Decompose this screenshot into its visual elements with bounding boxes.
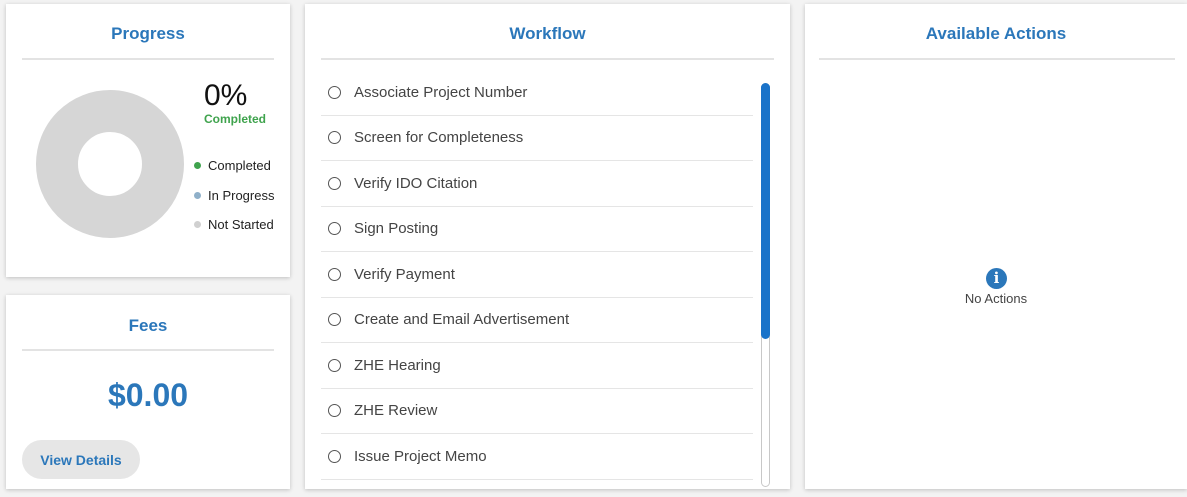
- workflow-item-issue-project-memo[interactable]: Issue Project Memo: [321, 434, 753, 480]
- workflow-item-screen-for-completeness[interactable]: Screen for Completeness: [321, 116, 753, 161]
- workflow-item-label: Create and Email Advertisement: [354, 311, 570, 329]
- radio-icon[interactable]: [328, 85, 341, 99]
- workflow-item-label: ZHE Hearing: [354, 356, 441, 374]
- workflow-item-label: Verify Payment: [354, 265, 455, 283]
- radio-icon[interactable]: [328, 267, 341, 281]
- available-actions-card: Available Actions i No Actions: [805, 4, 1187, 489]
- workflow-item-label: Verify IDO Citation: [354, 174, 478, 192]
- workflow-scrollbar-thumb[interactable]: [761, 83, 770, 339]
- progress-legend: Completed In Progress Not Started: [194, 151, 274, 240]
- legend-item-completed: Completed: [194, 151, 274, 181]
- not-started-slice: [36, 90, 184, 238]
- workflow-item-verify-payment[interactable]: Verify Payment: [321, 252, 753, 298]
- legend-item-in-progress: In Progress: [194, 181, 274, 211]
- radio-icon[interactable]: [328, 176, 341, 190]
- radio-icon[interactable]: [328, 404, 341, 418]
- workflow-item-sign-posting[interactable]: Sign Posting: [321, 207, 753, 252]
- workflow-item-label: Issue Project Memo: [354, 447, 487, 465]
- radio-icon[interactable]: [328, 313, 341, 327]
- workflow-list: Associate Project Number Screen for Comp…: [321, 70, 753, 480]
- workflow-item-verify-ido-citation[interactable]: Verify IDO Citation: [321, 161, 753, 207]
- progress-divider: [22, 58, 274, 60]
- progress-card: Progress 0% Completed Completed In Progr…: [6, 4, 290, 277]
- workflow-divider: [321, 58, 774, 60]
- fees-title: Fees: [128, 316, 168, 335]
- workflow-item-zhe-review[interactable]: ZHE Review: [321, 389, 753, 434]
- not-started-dot-icon: [194, 221, 201, 229]
- workflow-item-label: Associate Project Number: [354, 83, 528, 101]
- workflow-item-associate-project-number[interactable]: Associate Project Number: [321, 70, 753, 116]
- workflow-card: Workflow Associate Project Number Screen…: [305, 4, 790, 489]
- workflow-item-label: Sign Posting: [354, 220, 439, 238]
- fees-divider: [22, 349, 274, 351]
- workflow-item-label: Screen for Completeness: [354, 129, 524, 147]
- in-progress-dot-icon: [194, 191, 201, 199]
- progress-percent-label: Completed: [204, 112, 267, 126]
- progress-donut-chart: [36, 90, 184, 238]
- progress-title: Progress: [111, 24, 185, 43]
- fees-card: Fees $0.00 View Details: [6, 295, 290, 489]
- workflow-item-zhe-hearing[interactable]: ZHE Hearing: [321, 343, 753, 389]
- view-details-button[interactable]: View Details: [22, 440, 140, 479]
- no-actions-text: No Actions: [964, 291, 1028, 306]
- legend-item-not-started: Not Started: [194, 210, 274, 240]
- workflow-item-label: ZHE Review: [354, 402, 438, 420]
- radio-icon[interactable]: [328, 222, 341, 236]
- legend-label: In Progress: [208, 187, 275, 203]
- progress-percent: 0%: [204, 79, 248, 112]
- radio-icon[interactable]: [328, 131, 341, 145]
- legend-label: Not Started: [208, 217, 274, 233]
- workflow-item-create-and-email-advertisement[interactable]: Create and Email Advertisement: [321, 298, 753, 343]
- legend-label: Completed: [208, 158, 271, 174]
- available-actions-title: Available Actions: [925, 24, 1067, 43]
- fees-amount: $0.00: [107, 377, 189, 413]
- info-icon: i: [986, 268, 1007, 289]
- available-actions-divider: [819, 58, 1175, 60]
- radio-icon[interactable]: [328, 358, 341, 372]
- workflow-title: Workflow: [509, 24, 586, 43]
- radio-icon[interactable]: [328, 449, 341, 463]
- completed-dot-icon: [194, 162, 201, 170]
